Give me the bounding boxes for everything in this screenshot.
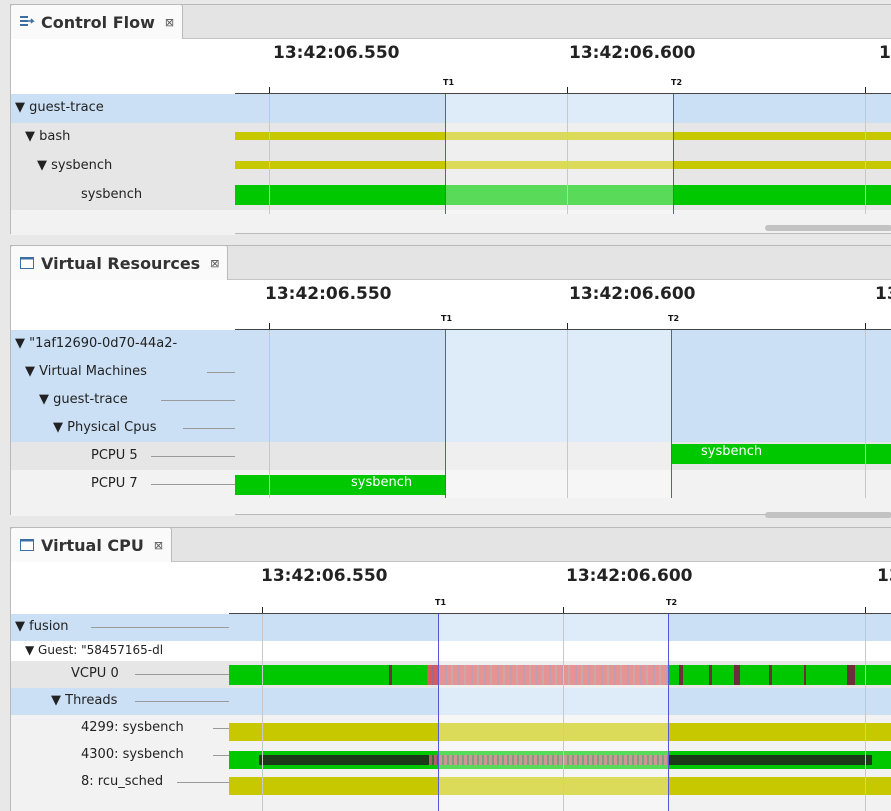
virtual-resources-tab[interactable]: Virtual Resources ⊠ <box>10 245 229 280</box>
control-flow-tree: ▼ guest-trace ▼ bash ▼ sysbench sysbench <box>11 39 235 235</box>
marker-line-t2 <box>668 614 669 811</box>
tree-header <box>11 39 235 94</box>
horizontal-scrollbar[interactable] <box>765 225 891 231</box>
virtual-resources-tree: ▼ "1af12690-0d70-44a2- ▼ Virtual Machine… <box>11 280 235 516</box>
marker-t2: T2 <box>671 78 683 87</box>
marker-line-t2 <box>673 94 674 214</box>
virtual-resources-plot[interactable]: sysbench sysbench <box>235 330 891 498</box>
tree-row-sysbench-parent[interactable]: ▼ sysbench <box>11 152 235 181</box>
horizontal-scrollbar[interactable] <box>765 512 891 518</box>
close-icon[interactable]: ⊠ <box>165 16 174 29</box>
virtual-cpu-tabbar: Virtual CPU ⊠ <box>10 527 891 562</box>
tree-row-pcpu7[interactable]: PCPU 7 <box>11 470 235 498</box>
time-axis[interactable]: 13:42:06.550 13:42:06.600 13 T1 T2 <box>235 280 891 330</box>
time-label: 13:42:06.550 <box>261 566 388 586</box>
time-label: 13:42:06.600 <box>569 43 696 63</box>
time-label: 13:42:06.600 <box>566 566 693 586</box>
virtual-cpu-tree: ▼ fusion ▼ Guest: "58457165-dl VCPU 0 ▼ … <box>11 562 229 811</box>
marker-t1: T1 <box>435 598 447 607</box>
control-flow-view: Control Flow ⊠ ▼ guest-trace ▼ bash ▼ sy… <box>10 4 891 235</box>
view-icon <box>19 537 35 553</box>
control-flow-tab[interactable]: Control Flow ⊠ <box>10 4 184 39</box>
time-label: 13: <box>877 566 891 586</box>
control-flow-plot[interactable] <box>235 94 891 214</box>
tree-row-guest-trace[interactable]: ▼ guest-trace <box>11 94 235 123</box>
tree-row-guest[interactable]: ▼ Guest: "58457165-dl <box>11 641 229 661</box>
pcpu5-bar-label: sysbench <box>701 444 763 459</box>
virtual-resources-title: Virtual Resources <box>41 253 201 273</box>
marker-line-t1 <box>445 94 446 214</box>
virtual-resources-view: Virtual Resources ⊠ ▼ "1af12690-0d70-44a… <box>10 245 891 518</box>
marker-t1: T1 <box>441 314 453 323</box>
virtual-cpu-view: Virtual CPU ⊠ ▼ fusion ▼ Guest: "5845716… <box>10 527 891 811</box>
control-flow-tabbar: Control Flow ⊠ <box>10 4 891 39</box>
pcpu7-bar-label: sysbench <box>351 475 413 490</box>
tree-row-vcpu0[interactable]: VCPU 0 <box>11 661 229 688</box>
tree-row-virtual-machines[interactable]: ▼ Virtual Machines <box>11 358 235 386</box>
time-label: 13:42:06.550 <box>273 43 400 63</box>
tree-row-thread-8[interactable]: 8: rcu_sched <box>11 769 229 796</box>
virtual-resources-tabbar: Virtual Resources ⊠ <box>10 245 891 280</box>
marker-line-t2 <box>671 330 672 498</box>
tree-header <box>11 562 229 614</box>
tree-row-sysbench[interactable]: sysbench <box>11 181 235 210</box>
tree-row-thread-4300[interactable]: 4300: sysbench <box>11 742 229 769</box>
tree-row-physical-cpus[interactable]: ▼ Physical Cpus <box>11 414 235 442</box>
tree-row-bash[interactable]: ▼ bash <box>11 123 235 152</box>
tree-row-fusion[interactable]: ▼ fusion <box>11 614 229 641</box>
marker-t1: T1 <box>443 78 455 87</box>
tree-row-host[interactable]: ▼ "1af12690-0d70-44a2- <box>11 330 235 358</box>
close-icon[interactable]: ⊠ <box>210 257 219 270</box>
virtual-cpu-title: Virtual CPU <box>41 535 144 555</box>
view-icon <box>19 255 35 271</box>
time-axis[interactable]: 13:42:06.550 13:42:06.600 13 T1 T2 <box>235 39 891 94</box>
close-icon[interactable]: ⊠ <box>154 539 163 552</box>
marker-t2: T2 <box>666 598 678 607</box>
marker-line-t1 <box>438 614 439 811</box>
pcpu7-bar[interactable] <box>235 475 445 495</box>
time-label: 13:42:06.550 <box>265 284 392 304</box>
time-axis[interactable]: 13:42:06.550 13:42:06.600 13: T1 T2 <box>229 562 891 614</box>
tree-row-guest-trace[interactable]: ▼ guest-trace <box>11 386 235 414</box>
control-flow-icon <box>19 14 35 30</box>
virtual-cpu-plot[interactable] <box>229 614 891 811</box>
time-label: 13:42:06.600 <box>569 284 696 304</box>
time-label: 13 <box>879 43 891 63</box>
time-label: 13 <box>875 284 891 304</box>
tree-row-threads[interactable]: ▼ Threads <box>11 688 229 715</box>
tree-row-pcpu5[interactable]: PCPU 5 <box>11 442 235 470</box>
virtual-cpu-tab[interactable]: Virtual CPU ⊠ <box>10 527 173 562</box>
marker-t2: T2 <box>668 314 680 323</box>
tree-header <box>11 280 235 330</box>
tree-row-thread-4299[interactable]: 4299: sysbench <box>11 715 229 742</box>
marker-line-t1 <box>445 330 446 498</box>
control-flow-title: Control Flow <box>41 12 155 32</box>
